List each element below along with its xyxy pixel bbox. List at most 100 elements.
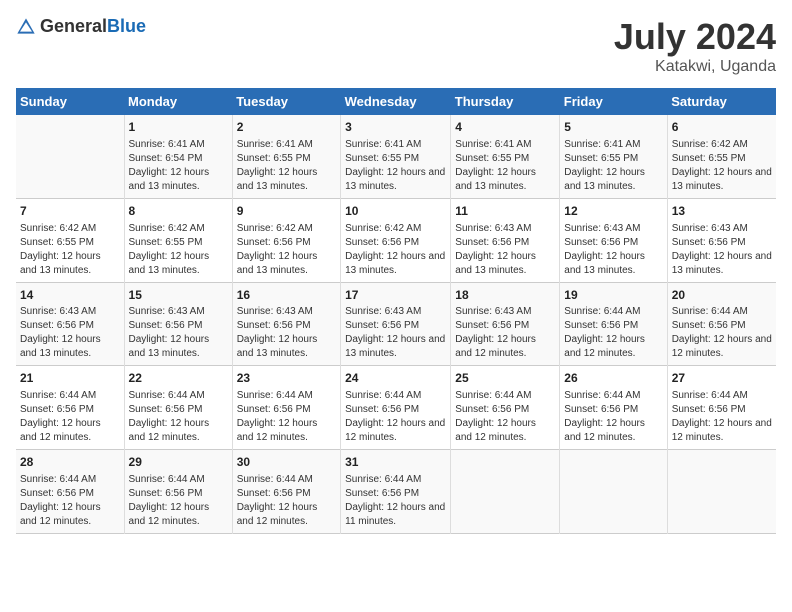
calendar-cell: 5 Sunrise: 6:41 AMSunset: 6:55 PMDaylight… [560, 115, 667, 198]
day-info: Sunrise: 6:43 AMSunset: 6:56 PMDaylight:… [237, 305, 336, 361]
day-info: Sunrise: 6:44 AMSunset: 6:56 PMDaylight:… [564, 389, 662, 445]
calendar-cell: 13Sunrise: 6:43 AMSunset: 6:56 PMDayligh… [667, 198, 776, 282]
day-number: 22 [129, 370, 228, 387]
day-number: 30 [237, 454, 336, 471]
day-number: 7 [20, 203, 120, 220]
calendar-cell: 3 Sunrise: 6:41 AMSunset: 6:55 PMDaylight… [341, 115, 451, 198]
calendar-cell: 21Sunrise: 6:44 AMSunset: 6:56 PMDayligh… [16, 366, 124, 450]
day-number: 12 [564, 203, 662, 220]
day-info: Sunrise: 6:44 AMSunset: 6:56 PMDaylight:… [129, 473, 228, 529]
day-info: Sunrise: 6:44 AMSunset: 6:56 PMDaylight:… [672, 305, 772, 361]
week-row-5: 28Sunrise: 6:44 AMSunset: 6:56 PMDayligh… [16, 450, 776, 534]
col-header-thursday: Thursday [451, 88, 560, 115]
calendar-cell: 24 Sunrise: 6:44 AMSunset: 6:56 PMDayligh… [341, 366, 451, 450]
calendar-cell: 14Sunrise: 6:43 AMSunset: 6:56 PMDayligh… [16, 282, 124, 366]
day-number: 4 [455, 119, 555, 136]
day-number: 11 [455, 203, 555, 220]
day-info: Sunrise: 6:43 AMSunset: 6:56 PMDaylight:… [129, 305, 228, 361]
calendar-cell: 20Sunrise: 6:44 AMSunset: 6:56 PMDayligh… [667, 282, 776, 366]
calendar-cell: 10 Sunrise: 6:42 AMSunset: 6:56 PMDayligh… [341, 198, 451, 282]
day-number: 17 [345, 287, 446, 304]
day-info: Sunrise: 6:44 AMSunset: 6:56 PMDaylight:… [237, 389, 336, 445]
col-header-monday: Monday [124, 88, 232, 115]
title-block: July 2024 Katakwi, Uganda [614, 16, 776, 76]
calendar-cell: 16Sunrise: 6:43 AMSunset: 6:56 PMDayligh… [232, 282, 340, 366]
calendar-cell: 28Sunrise: 6:44 AMSunset: 6:56 PMDayligh… [16, 450, 124, 534]
calendar-cell: 27Sunrise: 6:44 AMSunset: 6:56 PMDayligh… [667, 366, 776, 450]
day-info: Sunrise: 6:43 AMSunset: 6:56 PMDaylight:… [564, 222, 662, 278]
calendar-cell: 19Sunrise: 6:44 AMSunset: 6:56 PMDayligh… [560, 282, 667, 366]
week-row-4: 21Sunrise: 6:44 AMSunset: 6:56 PMDayligh… [16, 366, 776, 450]
logo-icon [16, 17, 36, 37]
day-number: 2 [237, 119, 336, 136]
calendar-cell: 22Sunrise: 6:44 AMSunset: 6:56 PMDayligh… [124, 366, 232, 450]
calendar-cell: 11 Sunrise: 6:43 AMSunset: 6:56 PMDayligh… [451, 198, 560, 282]
day-info: Sunrise: 6:43 AMSunset: 6:56 PMDaylight:… [20, 305, 120, 361]
day-info: Sunrise: 6:44 AMSunset: 6:56 PMDaylight:… [564, 305, 662, 361]
day-number: 24 [345, 370, 446, 387]
calendar-cell: 17Sunrise: 6:43 AMSunset: 6:56 PMDayligh… [341, 282, 451, 366]
calendar-cell: 12 Sunrise: 6:43 AMSunset: 6:56 PMDayligh… [560, 198, 667, 282]
day-number: 3 [345, 119, 446, 136]
day-number: 31 [345, 454, 446, 471]
col-header-wednesday: Wednesday [341, 88, 451, 115]
calendar-cell: 15Sunrise: 6:43 AMSunset: 6:56 PMDayligh… [124, 282, 232, 366]
day-info: Sunrise: 6:41 AMSunset: 6:54 PMDaylight:… [129, 138, 228, 194]
subtitle: Katakwi, Uganda [614, 58, 776, 76]
logo: GeneralBlue [16, 16, 146, 37]
day-info: Sunrise: 6:42 AMSunset: 6:55 PMDaylight:… [129, 222, 228, 278]
col-header-sunday: Sunday [16, 88, 124, 115]
day-number: 16 [237, 287, 336, 304]
calendar-cell: 29 Sunrise: 6:44 AMSunset: 6:56 PMDayligh… [124, 450, 232, 534]
calendar-cell: 25 Sunrise: 6:44 AMSunset: 6:56 PMDayligh… [451, 366, 560, 450]
day-number: 10 [345, 203, 446, 220]
day-info: Sunrise: 6:42 AMSunset: 6:56 PMDaylight:… [345, 222, 446, 278]
day-number: 27 [672, 370, 772, 387]
day-info: Sunrise: 6:42 AMSunset: 6:55 PMDaylight:… [20, 222, 120, 278]
day-number: 5 [564, 119, 662, 136]
calendar-cell: 6Sunrise: 6:42 AMSunset: 6:55 PMDaylight… [667, 115, 776, 198]
calendar-table: SundayMondayTuesdayWednesdayThursdayFrid… [16, 88, 776, 534]
day-info: Sunrise: 6:42 AMSunset: 6:56 PMDaylight:… [237, 222, 336, 278]
day-number: 29 [129, 454, 228, 471]
calendar-cell [560, 450, 667, 534]
calendar-cell: 9Sunrise: 6:42 AMSunset: 6:56 PMDaylight… [232, 198, 340, 282]
main-title: July 2024 [614, 16, 776, 58]
calendar-cell: 4 Sunrise: 6:41 AMSunset: 6:55 PMDaylight… [451, 115, 560, 198]
day-info: Sunrise: 6:41 AMSunset: 6:55 PMDaylight:… [564, 138, 662, 194]
week-row-2: 7 Sunrise: 6:42 AMSunset: 6:55 PMDaylight… [16, 198, 776, 282]
day-number: 1 [129, 119, 228, 136]
calendar-cell [667, 450, 776, 534]
calendar-cell: 7 Sunrise: 6:42 AMSunset: 6:55 PMDaylight… [16, 198, 124, 282]
col-header-friday: Friday [560, 88, 667, 115]
day-number: 25 [455, 370, 555, 387]
day-number: 6 [672, 119, 772, 136]
day-number: 15 [129, 287, 228, 304]
day-info: Sunrise: 6:43 AMSunset: 6:56 PMDaylight:… [455, 222, 555, 278]
calendar-cell: 30Sunrise: 6:44 AMSunset: 6:56 PMDayligh… [232, 450, 340, 534]
logo-blue: Blue [107, 16, 146, 36]
day-info: Sunrise: 6:41 AMSunset: 6:55 PMDaylight:… [237, 138, 336, 194]
week-row-1: 1 Sunrise: 6:41 AMSunset: 6:54 PMDaylight… [16, 115, 776, 198]
calendar-cell: 2 Sunrise: 6:41 AMSunset: 6:55 PMDaylight… [232, 115, 340, 198]
calendar-cell [16, 115, 124, 198]
day-number: 20 [672, 287, 772, 304]
calendar-cell: 18Sunrise: 6:43 AMSunset: 6:56 PMDayligh… [451, 282, 560, 366]
day-number: 8 [129, 203, 228, 220]
day-number: 23 [237, 370, 336, 387]
day-info: Sunrise: 6:44 AMSunset: 6:56 PMDaylight:… [20, 389, 120, 445]
day-info: Sunrise: 6:44 AMSunset: 6:56 PMDaylight:… [345, 473, 446, 529]
day-number: 13 [672, 203, 772, 220]
day-number: 19 [564, 287, 662, 304]
day-info: Sunrise: 6:44 AMSunset: 6:56 PMDaylight:… [455, 389, 555, 445]
day-info: Sunrise: 6:41 AMSunset: 6:55 PMDaylight:… [455, 138, 555, 194]
day-info: Sunrise: 6:41 AMSunset: 6:55 PMDaylight:… [345, 138, 446, 194]
day-info: Sunrise: 6:44 AMSunset: 6:56 PMDaylight:… [20, 473, 120, 529]
calendar-header-row: SundayMondayTuesdayWednesdayThursdayFrid… [16, 88, 776, 115]
calendar-cell [451, 450, 560, 534]
day-number: 26 [564, 370, 662, 387]
day-info: Sunrise: 6:43 AMSunset: 6:56 PMDaylight:… [455, 305, 555, 361]
page-header: GeneralBlue July 2024 Katakwi, Uganda [16, 16, 776, 76]
day-info: Sunrise: 6:44 AMSunset: 6:56 PMDaylight:… [345, 389, 446, 445]
calendar-cell: 8 Sunrise: 6:42 AMSunset: 6:55 PMDaylight… [124, 198, 232, 282]
